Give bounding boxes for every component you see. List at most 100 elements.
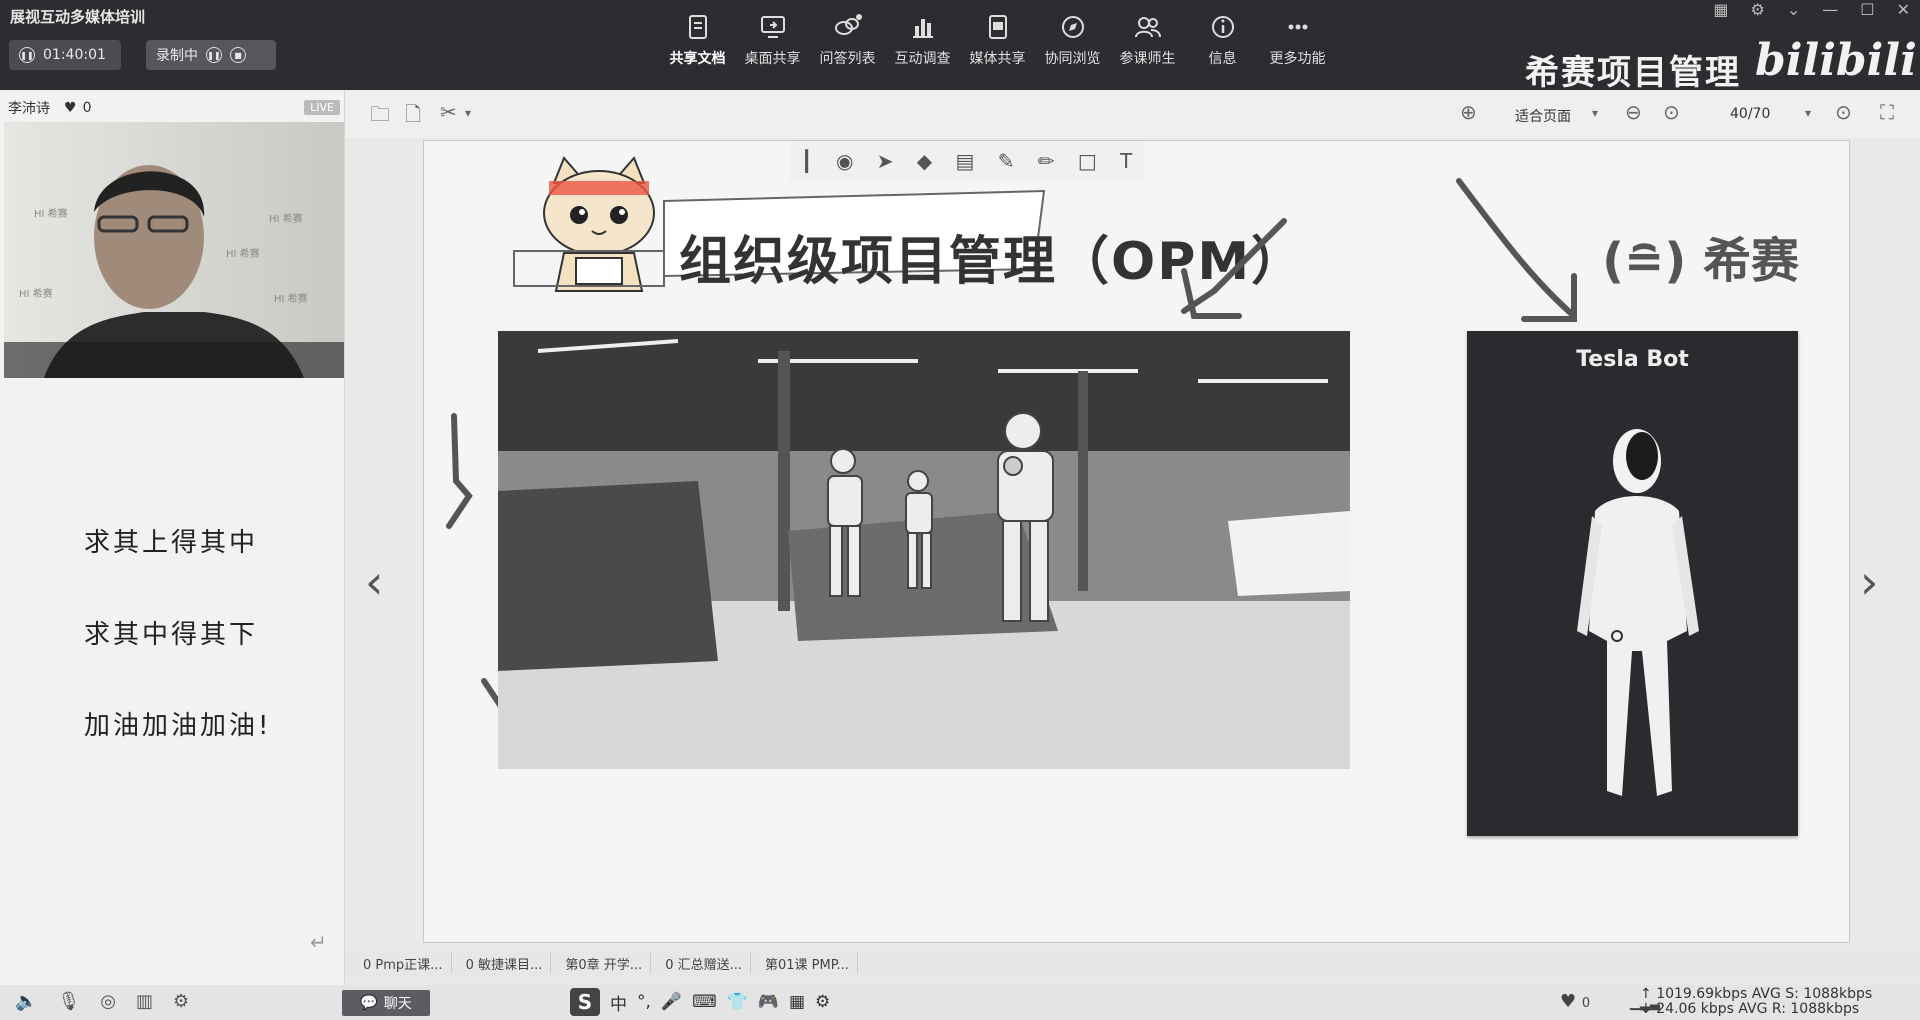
presenter-video[interactable]: HI 希赛 HI 希赛 HI 希赛 HI 希赛 HI 希赛 bbox=[4, 122, 344, 378]
add-page-icon[interactable]: ⊕ bbox=[1460, 100, 1477, 124]
tool-label: 更多功能 bbox=[1269, 51, 1326, 67]
fullscreen-icon[interactable]: ⛶ bbox=[1880, 100, 1894, 124]
tool-media-share[interactable]: 媒体共享 bbox=[960, 12, 1035, 68]
presenter-video-frame: HI 希赛 HI 希赛 HI 希赛 HI 希赛 HI 希赛 bbox=[4, 122, 344, 378]
doc-tab[interactable]: 0 汇总赠送... bbox=[657, 952, 751, 974]
tool-co-browse[interactable]: 协同浏览 bbox=[1035, 12, 1110, 68]
tesla-bot-card: Tesla Bot bbox=[1467, 331, 1798, 836]
brand-text: 希赛项目管理 bbox=[1525, 53, 1741, 93]
survey-icon bbox=[912, 19, 933, 38]
heart-icon[interactable]: ♥ bbox=[64, 100, 77, 116]
ime-keyboard-icon[interactable]: ⌨ bbox=[692, 992, 717, 1012]
page-indicator[interactable]: 40/70 bbox=[1730, 106, 1770, 122]
tool-qa-list[interactable]: 问答列表 bbox=[810, 12, 885, 68]
stop-record-icon[interactable]: ■ bbox=[230, 47, 246, 63]
app-window: 展视互动多媒体培训 ❚❚ 01:40:01 录制中 ❚❚ ■ 共享文档 桌面共享… bbox=[0, 0, 1920, 1020]
slide-canvas[interactable]: ┃ ◉ ➤ ◆ ▤ ✎ ✏ □ T 组织级项目管理（OPM） (≘) 希赛 Te… bbox=[423, 140, 1850, 943]
fit-dropdown-icon[interactable]: ▾ bbox=[1592, 106, 1598, 120]
tool-label: 媒体共享 bbox=[969, 51, 1026, 67]
ime-skin-icon[interactable]: 👕 bbox=[727, 992, 748, 1012]
ime-mic-icon[interactable]: 🎤 bbox=[661, 992, 682, 1012]
ime-settings-icon[interactable]: ⚙ bbox=[815, 992, 830, 1012]
ime-toolbar: S 中 °, 🎤 ⌨ 👕 🎮 ▦ ⚙ bbox=[570, 988, 830, 1016]
pause-record-icon[interactable]: ❚❚ bbox=[206, 47, 222, 63]
tool-more[interactable]: 更多功能 bbox=[1260, 12, 1335, 68]
microphone-icon[interactable]: 🎙 bbox=[57, 991, 80, 1012]
browse-icon bbox=[1061, 16, 1084, 38]
fit-page-select[interactable]: 适合页面 bbox=[1515, 106, 1571, 126]
speaker-icon[interactable]: 🔈 bbox=[15, 991, 37, 1012]
net-up: 1019.69kbps bbox=[1656, 986, 1748, 1002]
minimize-dropdown-icon[interactable]: ⌄ bbox=[1787, 0, 1800, 19]
next-slide-arrow-icon[interactable]: › bbox=[1860, 555, 1878, 609]
doc-tab[interactable]: 0 Pmp正课... bbox=[355, 952, 452, 974]
grid-icon[interactable]: ▦ bbox=[1713, 0, 1728, 19]
tool-survey[interactable]: 互动调查 bbox=[885, 12, 960, 68]
next-page-icon[interactable]: ⊙ bbox=[1835, 100, 1852, 124]
settings-icon[interactable]: ⚙ bbox=[1751, 0, 1765, 19]
avg-r: AVG R: 1088kbps bbox=[1738, 1001, 1860, 1017]
avg-s: AVG S: 1088kbps bbox=[1751, 986, 1873, 1002]
zoom-out-icon[interactable]: ⊖ bbox=[1625, 100, 1642, 124]
bottom-heart-icon: ♥ bbox=[1560, 991, 1577, 1012]
doc-tab[interactable]: 第0章 开学... bbox=[557, 952, 652, 974]
page-dropdown-icon[interactable]: ▾ bbox=[1805, 106, 1811, 120]
close-icon[interactable]: ✕ bbox=[1897, 0, 1910, 19]
prev-slide-arrow-icon[interactable]: ‹ bbox=[365, 555, 383, 609]
return-icon[interactable]: ↵ bbox=[310, 930, 327, 954]
minimize-icon[interactable]: — bbox=[1822, 0, 1838, 19]
tool-label: 问答列表 bbox=[819, 51, 876, 67]
doc-tab[interactable]: 第01课 PMP... bbox=[757, 952, 858, 974]
doc-share-icon bbox=[688, 15, 707, 39]
net-down: 24.06 kbps bbox=[1656, 1001, 1734, 1017]
chat-label: 聊天 bbox=[383, 996, 412, 1012]
scissors-dropdown-icon[interactable]: ▾ bbox=[465, 106, 471, 120]
like-count: 0 bbox=[82, 100, 92, 116]
ime-item[interactable]: 中 bbox=[610, 990, 627, 1015]
users-icon bbox=[1134, 17, 1161, 38]
sogou-logo-icon[interactable]: S bbox=[570, 988, 600, 1016]
stats-icon[interactable]: ▥ bbox=[136, 991, 153, 1012]
chat-button[interactable]: 💬 聊天 bbox=[342, 990, 430, 1016]
svg-text:HI 希赛: HI 希赛 bbox=[269, 212, 303, 225]
more-icon bbox=[1288, 24, 1307, 30]
tool-participants[interactable]: 参课师生 bbox=[1110, 12, 1185, 68]
media-icon bbox=[988, 15, 1007, 39]
status-bar: 🔈 🎙 ◎ ▥ ⚙ 💬 聊天 S 中 °, 🎤 ⌨ 👕 🎮 ▦ ⚙ ♥ 0 ▁▂… bbox=[0, 985, 1920, 1020]
status-settings-icon[interactable]: ⚙ bbox=[173, 991, 189, 1012]
scissors-icon[interactable]: ✂ bbox=[440, 100, 457, 124]
svg-text:HI 希赛: HI 希赛 bbox=[226, 247, 260, 260]
network-stats: ↑ 1019.69kbps AVG S: 1088kbps ↓ 24.06 kb… bbox=[1640, 987, 1872, 1017]
presenter-name: 李沛诗 bbox=[8, 101, 50, 117]
top-bar: 展视互动多媒体培训 ❚❚ 01:40:01 录制中 ❚❚ ■ 共享文档 桌面共享… bbox=[0, 0, 1920, 93]
file-icon[interactable]: 🗋 bbox=[405, 100, 421, 134]
robots-photo-illustration bbox=[498, 331, 1350, 769]
pause-icon: ❚❚ bbox=[19, 47, 35, 63]
app-title: 展视互动多媒体培训 bbox=[10, 8, 146, 26]
motto-line-1: 求其上得其中 bbox=[84, 528, 259, 558]
tool-info[interactable]: 信息 bbox=[1185, 12, 1260, 68]
camera-icon[interactable]: ◎ bbox=[100, 991, 116, 1012]
recording-label: 录制中 bbox=[156, 48, 198, 64]
maximize-icon[interactable]: ☐ bbox=[1860, 0, 1874, 19]
tool-label: 桌面共享 bbox=[744, 51, 801, 67]
ime-item[interactable]: °, bbox=[637, 992, 651, 1012]
tool-label: 协同浏览 bbox=[1044, 51, 1101, 67]
doc-tab[interactable]: 0 敏捷课目... bbox=[458, 952, 552, 974]
recording-pill[interactable]: 录制中 ❚❚ ■ bbox=[146, 40, 276, 70]
tool-share-doc[interactable]: 共享文档 bbox=[660, 12, 735, 68]
ime-grid-icon[interactable]: ▦ bbox=[789, 992, 805, 1012]
timer-text: 01:40:01 bbox=[43, 47, 106, 63]
window-controls: ▦ ⚙ ⌄ — ☐ ✕ bbox=[1713, 0, 1910, 19]
timer-pill[interactable]: ❚❚ 01:40:01 bbox=[9, 40, 121, 70]
tool-label: 参课师生 bbox=[1119, 51, 1176, 67]
info-icon bbox=[1211, 16, 1234, 38]
folder-icon[interactable]: 🗀 bbox=[370, 100, 390, 134]
tool-desktop-share[interactable]: 桌面共享 bbox=[735, 12, 810, 68]
document-tabs: 0 Pmp正课... 0 敏捷课目... 第0章 开学... 0 汇总赠送...… bbox=[345, 948, 1920, 978]
svg-text:HI 希赛: HI 希赛 bbox=[34, 207, 68, 220]
status-icons: 🔈 🎙 ◎ ▥ ⚙ bbox=[15, 991, 189, 1012]
ime-game-icon[interactable]: 🎮 bbox=[758, 992, 779, 1012]
prev-page-icon[interactable]: ⊙ bbox=[1663, 100, 1680, 124]
tool-label: 信息 bbox=[1208, 51, 1237, 67]
